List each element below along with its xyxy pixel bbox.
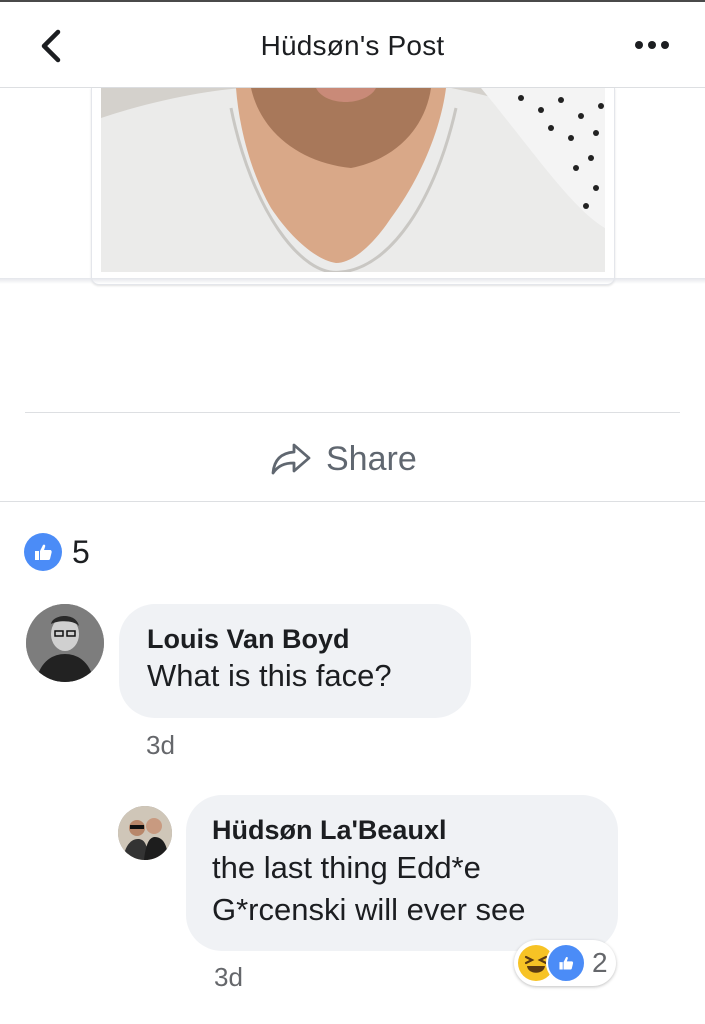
reply-text-line-2: G*rcenski will ever see	[212, 892, 526, 927]
more-options-button[interactable]	[630, 30, 674, 60]
top-nav-bar: Hüdsøn's Post	[0, 0, 705, 88]
shared-photo-card[interactable]	[91, 88, 615, 285]
comment-text: What is this face?	[147, 658, 392, 693]
reply-reactions[interactable]: 2	[514, 940, 616, 986]
comment-bubble[interactable]: Louis Van Boyd What is this face?	[119, 604, 471, 718]
page-title: Hüdsøn's Post	[260, 30, 445, 61]
divider	[25, 412, 680, 413]
avatar[interactable]	[26, 604, 104, 682]
share-button[interactable]: Share	[270, 434, 417, 484]
reply-author[interactable]: Hüdsøn La'Beauxl	[212, 813, 592, 847]
share-label: Share	[326, 439, 417, 478]
reactions-count: 2	[592, 947, 608, 978]
shared-photo	[101, 88, 605, 272]
comment-author[interactable]: Louis Van Boyd	[147, 622, 443, 656]
reply-text-line-1: the last thing Edd*e	[212, 850, 481, 885]
reply-bubble[interactable]: Hüdsøn La'Beauxl the last thing Edd*e G*…	[186, 795, 618, 951]
like-thumb-icon	[546, 943, 586, 983]
likes-count: 5	[72, 533, 90, 570]
post-media-area	[0, 88, 705, 368]
like-thumb-icon	[24, 533, 62, 571]
more-horizontal-icon	[635, 41, 669, 49]
section-divider	[0, 278, 705, 284]
likes-summary[interactable]: 5	[24, 533, 90, 571]
divider	[0, 501, 705, 502]
share-arrow-icon	[271, 443, 311, 475]
avatar[interactable]	[118, 806, 172, 860]
reply-timestamp[interactable]: 3d	[214, 962, 243, 993]
comment-timestamp[interactable]: 3d	[146, 730, 175, 761]
